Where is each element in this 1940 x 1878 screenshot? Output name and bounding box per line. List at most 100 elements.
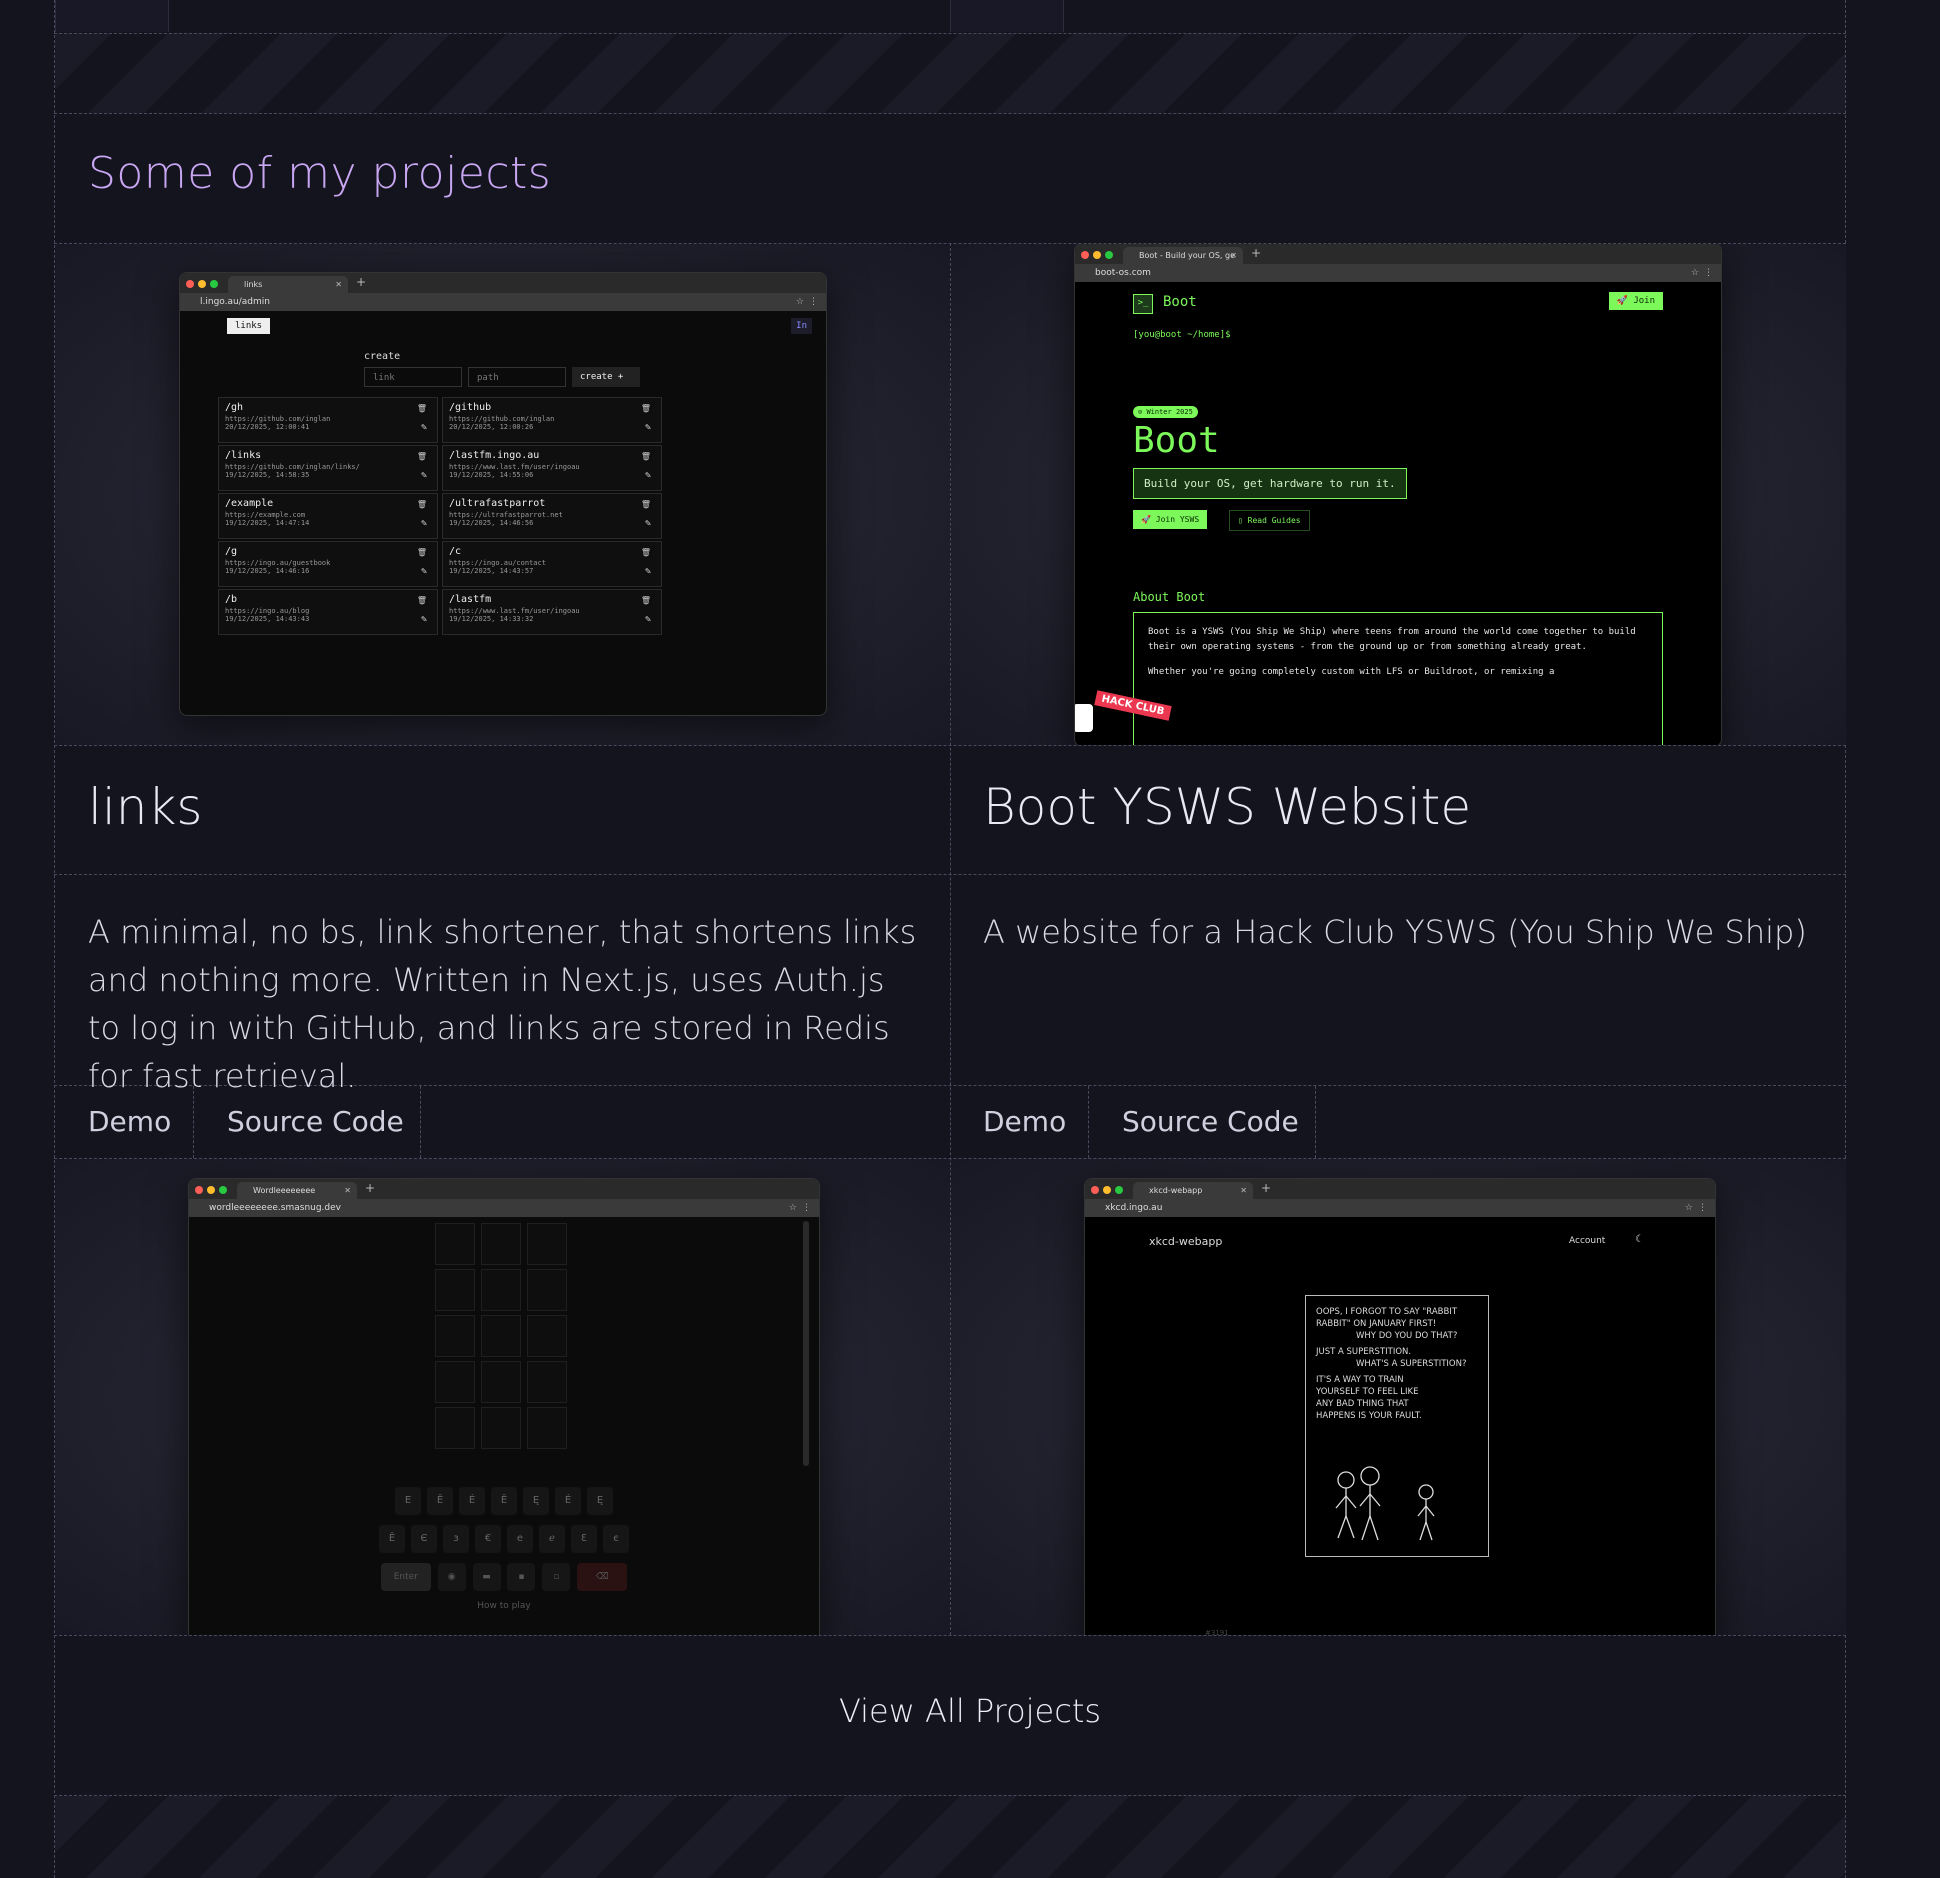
tab-bar: links ✕ + — [180, 273, 826, 293]
edit-icon: ✎ — [420, 614, 427, 625]
about-text: Boot is a YSWS (You Ship We Ship) where … — [1148, 627, 1636, 652]
divider — [54, 113, 1846, 114]
links-badge: links — [227, 318, 271, 334]
keyboard-key: Є — [411, 1525, 437, 1553]
delete-icon: 🗑 — [416, 548, 427, 557]
link-url: https://github.com/inglan — [449, 415, 555, 423]
misc-key: ▪ — [507, 1563, 536, 1591]
link-date: 20/12/2025, 12:00:41 — [225, 423, 310, 431]
keyboard-row: EÊÉÊĘÉĘ — [189, 1487, 819, 1515]
link-date: 19/12/2025, 14:58:35 — [225, 471, 310, 479]
browser-window: Wordleeeeeeee ✕ + wordleeeeeeee.smasnug.d… — [188, 1178, 820, 1635]
comic-line: YOURSELF TO FEEL LIKE — [1316, 1387, 1419, 1397]
link-date: 19/12/2025, 14:43:57 — [449, 567, 534, 575]
link-date: 19/12/2025, 14:46:16 — [225, 567, 310, 575]
keyboard-row: Ê Єɜ € e ℯ Ɛє — [189, 1525, 819, 1553]
board-tile — [481, 1407, 521, 1449]
season-badge: ⊙ Winter 2025 — [1133, 406, 1198, 418]
link-card: /ultrafastparrot https://ultrafastparrot.… — [442, 493, 662, 539]
project-preview-links[interactable]: links ✕ + l.ingo.au/admin ☆ ⋮ links In crea… — [55, 244, 950, 745]
link-url: https://www.last.fm/user/ingoau — [449, 607, 580, 615]
scrollbar — [803, 1221, 809, 1466]
misc-key: ▬ — [472, 1563, 501, 1591]
comic-line: WHAT'S A SUPERSTITION? — [1356, 1359, 1467, 1369]
delete-icon: 🗑 — [416, 404, 427, 413]
tab-bar: xkcd-webapp ✕ + — [1085, 1179, 1715, 1199]
demo-link[interactable]: Demo — [88, 1086, 194, 1158]
browser-window: links ✕ + l.ingo.au/admin ☆ ⋮ links In crea… — [179, 272, 827, 716]
divider — [54, 1635, 1846, 1636]
tab-bar: Wordleeeeeeee ✕ + — [189, 1179, 819, 1199]
browser-tab: links ✕ — [228, 276, 348, 293]
app-brand: xkcd-webapp — [1149, 1235, 1223, 1248]
keyboard-key: ɜ — [443, 1525, 469, 1553]
edit-icon: ✎ — [644, 518, 651, 529]
project-preview-wordle[interactable]: Wordleeeeeeee ✕ + wordleeeeeeee.smasnug.d… — [55, 1159, 950, 1635]
board-tile — [435, 1223, 475, 1265]
delete-icon: 🗑 — [640, 596, 651, 605]
delete-icon: 🗑 — [640, 548, 651, 557]
comic-number: #3191 — [1205, 1629, 1229, 1635]
comic-line: JUST A SUPERSTITION. — [1316, 1347, 1412, 1357]
link-path: /links — [225, 450, 262, 461]
project-title: Boot YSWS Website — [983, 778, 1472, 836]
link-card: /g https://ingo.au/guestbook 19/12/2025, 1… — [218, 541, 438, 587]
source-code-link[interactable]: Source Code — [1122, 1086, 1316, 1158]
link-path: /example — [225, 498, 274, 509]
path-input: path — [468, 367, 566, 387]
comic-line: WHY DO YOU DO THAT? — [1356, 1331, 1458, 1341]
terminal-icon: >_ — [1133, 294, 1153, 314]
board-tile — [435, 1407, 475, 1449]
edit-icon: ✎ — [644, 470, 651, 481]
keyboard-key: Ê — [379, 1525, 405, 1553]
link-card: /github https://github.com/inglan 20/12/20… — [442, 397, 662, 443]
board-tile — [435, 1361, 475, 1403]
demo-link[interactable]: Demo — [983, 1086, 1089, 1158]
board-tile — [527, 1315, 567, 1357]
link-card: /example https://example.com 19/12/2025, 1… — [218, 493, 438, 539]
edit-icon: ✎ — [644, 566, 651, 577]
link-url: https://ingo.au/guestbook — [225, 559, 331, 567]
edit-icon: ✎ — [420, 518, 427, 529]
keyboard-key: € — [475, 1525, 501, 1553]
address-bar: xkcd.ingo.au ☆ ⋮ — [1085, 1199, 1715, 1217]
edit-icon: ✎ — [644, 422, 651, 433]
keyboard-row-actions: Enter ◉ ▬ ▪ ▫ ⌫ — [189, 1563, 819, 1591]
link-card: /links https://github.com/inglan/links/19… — [218, 445, 438, 491]
link-url: https://github.com/inglan/links/ — [225, 463, 360, 471]
link-url: https://ingo.au/contact — [449, 559, 546, 567]
keyboard-key: Ę — [523, 1487, 549, 1515]
view-all-projects-link[interactable]: View All Projects — [0, 1692, 1940, 1730]
delete-icon: 🗑 — [416, 452, 427, 461]
board-tile — [527, 1407, 567, 1449]
tab-bar: Boot - Build your OS, ge ✕ + — [1075, 244, 1721, 264]
create-label: create — [364, 351, 401, 362]
edit-icon: ✎ — [420, 566, 427, 577]
link-date: 20/12/2025, 12:00:26 — [449, 423, 534, 431]
keyboard-key: E — [395, 1487, 421, 1515]
address-bar: l.ingo.au/admin ☆ ⋮ — [180, 293, 826, 311]
keyboard-key: Ê — [491, 1487, 517, 1515]
board-tile — [527, 1223, 567, 1265]
comic-line: IT'S A WAY TO TRAIN — [1316, 1375, 1404, 1385]
board-tile — [527, 1269, 567, 1311]
project-preview-xkcd[interactable]: xkcd-webapp ✕ + xkcd.ingo.au ☆ ⋮ xkcd-webap… — [951, 1159, 1846, 1635]
keyboard-key: Ę — [587, 1487, 613, 1515]
keyboard-key: É — [459, 1487, 485, 1515]
browser-window: xkcd-webapp ✕ + xkcd.ingo.au ☆ ⋮ xkcd-webap… — [1084, 1178, 1716, 1635]
stick-figures — [1335, 1466, 1435, 1541]
link-date: 19/12/2025, 14:55:06 — [449, 471, 534, 479]
about-box: Boot is a YSWS (You Ship We Ship) where … — [1133, 612, 1663, 745]
link-date: 19/12/2025, 14:43:43 — [225, 615, 310, 623]
comic-line: HAPPENS IS YOUR FAULT. — [1316, 1411, 1422, 1421]
browser-tab: Boot - Build your OS, ge ✕ — [1123, 247, 1243, 264]
user-avatar: In — [791, 318, 812, 334]
hack-club-flag: HACK CLUB — [1075, 690, 1172, 732]
project-preview-boot[interactable]: Boot - Build your OS, ge ✕ + boot-os.com ☆… — [951, 244, 1846, 745]
hero-title: Boot — [1133, 420, 1220, 461]
create-button: create + — [572, 367, 640, 387]
source-code-link[interactable]: Source Code — [227, 1086, 421, 1158]
keyboard-key: ℯ — [539, 1525, 565, 1553]
link-input: link — [364, 367, 462, 387]
project-title: links — [88, 778, 203, 836]
